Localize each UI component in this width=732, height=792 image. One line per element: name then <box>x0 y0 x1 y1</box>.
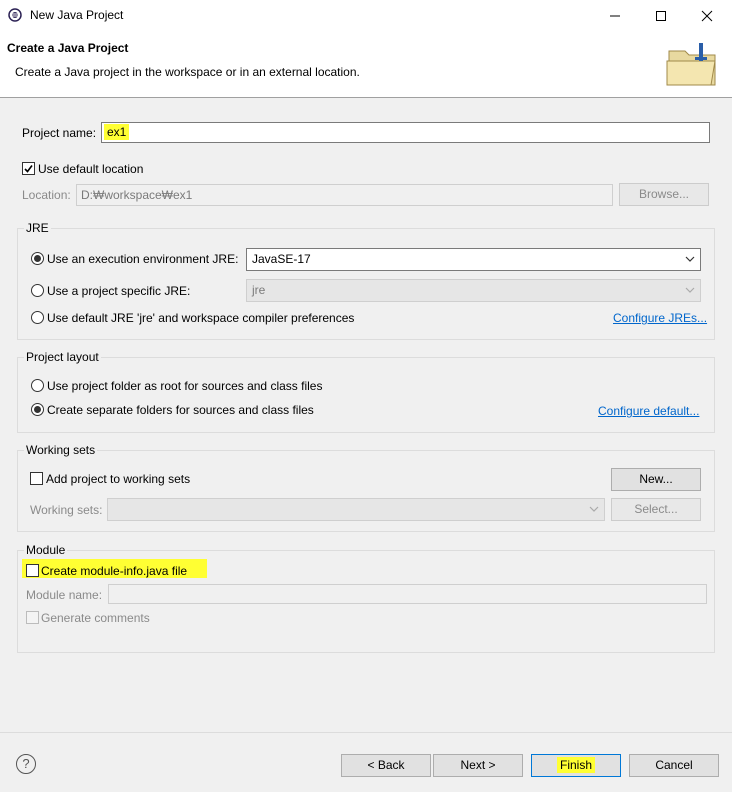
layout-root-radio[interactable] <box>31 379 44 392</box>
configure-default-link[interactable]: Configure default... <box>598 404 699 418</box>
jre-env-select-value: JavaSE-17 <box>252 252 311 266</box>
module-name-label: Module name: <box>26 588 103 602</box>
jre-env-select[interactable]: JavaSE-17 <box>246 248 701 271</box>
banner-description: Create a Java project in the workspace o… <box>15 65 360 79</box>
use-default-location-label: Use default location <box>38 162 144 176</box>
chevron-down-icon <box>685 287 695 293</box>
working-sets-label: Working sets: <box>30 503 103 517</box>
add-to-working-sets-checkbox[interactable] <box>30 472 43 485</box>
jre-specific-radio[interactable] <box>31 284 44 297</box>
add-to-working-sets-label: Add project to working sets <box>46 472 191 486</box>
jre-default-radio[interactable] <box>31 311 44 324</box>
create-module-info-checkbox[interactable] <box>26 564 39 577</box>
select-working-sets-button[interactable]: Select... <box>611 498 701 521</box>
jre-env-label: Use an execution environment JRE: <box>47 252 239 266</box>
layout-root-label: Use project folder as root for sources a… <box>47 379 323 393</box>
next-button[interactable]: Next > <box>433 754 523 777</box>
help-icon[interactable]: ? <box>16 754 36 774</box>
project-name-input[interactable]: ex1 <box>101 122 710 143</box>
jre-env-radio[interactable] <box>31 252 44 265</box>
project-name-label: Project name: <box>22 126 97 140</box>
layout-separate-radio[interactable] <box>31 403 44 416</box>
location-input[interactable]: D:₩workspace₩ex1 <box>76 184 613 206</box>
jre-specific-select-value: jre <box>252 283 266 297</box>
working-sets-title: Working sets <box>24 443 98 457</box>
eclipse-icon <box>8 8 22 22</box>
back-button[interactable]: < Back <box>341 754 431 777</box>
module-title: Module <box>24 543 68 557</box>
finish-button[interactable]: Finish <box>531 754 621 777</box>
configure-jres-link[interactable]: Configure JREs... <box>613 311 707 325</box>
new-project-folder-icon <box>665 41 721 92</box>
minimize-button[interactable] <box>592 0 638 31</box>
jre-specific-select[interactable]: jre <box>246 279 701 302</box>
maximize-button[interactable] <box>638 0 684 31</box>
chevron-down-icon <box>589 506 599 512</box>
jre-default-label: Use default JRE 'jre' and workspace comp… <box>47 311 355 325</box>
project-layout-group <box>17 357 715 433</box>
location-label: Location: <box>22 188 71 202</box>
create-module-info-label: Create module-info.java file <box>41 564 188 578</box>
use-default-location-checkbox[interactable] <box>22 162 35 175</box>
chevron-down-icon <box>685 256 695 262</box>
layout-separate-label: Create separate folders for sources and … <box>47 403 314 417</box>
close-button[interactable] <box>684 0 730 31</box>
module-name-input[interactable] <box>108 584 707 604</box>
footer-divider <box>0 732 732 733</box>
jre-group-title: JRE <box>24 221 51 235</box>
jre-specific-label: Use a project specific JRE: <box>47 284 191 298</box>
browse-button[interactable]: Browse... <box>619 183 709 206</box>
window-title: New Java Project <box>30 8 124 22</box>
generate-comments-label: Generate comments <box>41 611 150 625</box>
project-name-value: ex1 <box>104 124 130 140</box>
cancel-button[interactable]: Cancel <box>629 754 719 777</box>
banner-title: Create a Java Project <box>7 41 129 55</box>
finish-button-label: Finish <box>556 757 595 773</box>
working-sets-select[interactable] <box>107 498 605 521</box>
new-working-set-button[interactable]: New... <box>611 468 701 491</box>
project-layout-title: Project layout <box>24 350 101 364</box>
generate-comments-checkbox[interactable] <box>26 611 39 624</box>
